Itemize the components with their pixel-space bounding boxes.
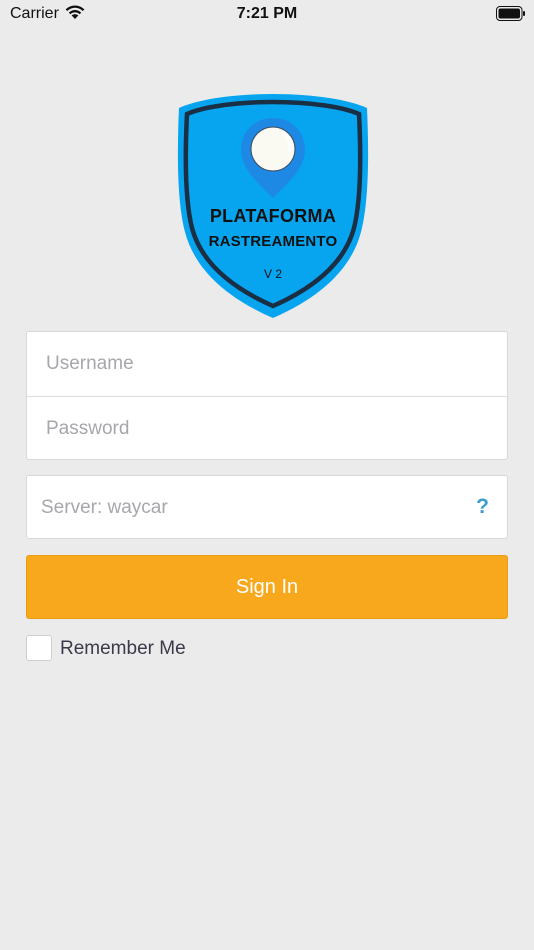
status-bar: Carrier 7:21 PM [0,0,534,28]
sign-in-button[interactable]: Sign In [26,555,508,619]
server-help-button[interactable]: ? [476,495,489,519]
app-logo: PLATAFORMA RASTREAMENTO V 2 [175,92,371,320]
password-input[interactable] [27,397,507,460]
remember-me-label: Remember Me [60,638,186,659]
remember-me-checkbox[interactable] [26,635,52,661]
credentials-card [26,331,508,460]
username-row [27,332,507,396]
logo-title-line1: PLATAFORMA [209,206,337,226]
logo-version: V 2 [263,267,282,281]
logo-title-line2: RASTREAMENTO [208,233,338,250]
server-card: ? [26,475,508,540]
server-input[interactable] [27,476,507,540]
battery-icon [496,6,525,21]
login-screen: Carrier 7:21 PM PLATAFORMA RASTREAMENTO … [0,0,534,950]
password-row [27,396,507,460]
clock-label: 7:21 PM [236,5,298,22]
server-row: ? [27,476,507,540]
username-input[interactable] [27,332,507,396]
